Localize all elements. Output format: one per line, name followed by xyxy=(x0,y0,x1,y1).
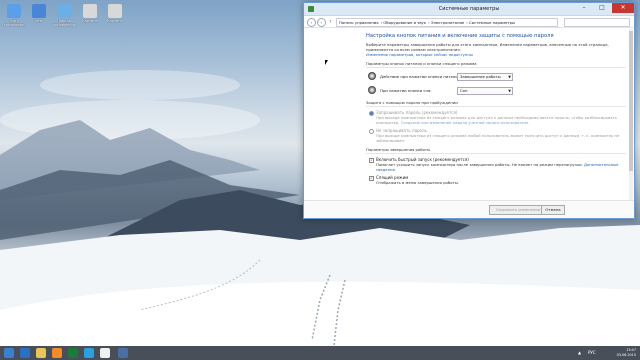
minimize-button[interactable]: – xyxy=(576,3,592,13)
control-panel-icon[interactable] xyxy=(118,348,128,358)
skype-icon[interactable] xyxy=(84,348,94,358)
sleep-button-label: При нажатии кнопки сна: xyxy=(380,88,432,93)
require-password-label: Запрашивать пароль (рекомендуется) xyxy=(376,110,458,115)
power-buttons-section: Параметры кнопок питания и кнопки спящег… xyxy=(366,61,626,68)
account-password-link[interactable]: Создание или изменение пароля учетной за… xyxy=(401,120,529,125)
network-icon[interactable]: ▲ xyxy=(578,350,581,355)
clock-date: 03.06.2015 xyxy=(616,352,636,357)
search-input[interactable] xyxy=(564,18,630,27)
change-unavailable-link[interactable]: Изменение параметров, которые сейчас нед… xyxy=(366,52,626,57)
chevron-down-icon: ▼ xyxy=(508,75,511,79)
fast-startup-desc-text: Помогает ускорить запуск компьютера посл… xyxy=(376,162,583,167)
scrollbar[interactable] xyxy=(629,29,633,200)
page-title: Настройка кнопок питания и включение защ… xyxy=(366,33,554,39)
wake-password-section: Защита с помощью пароля при пробуждении xyxy=(366,100,626,107)
breadcrumb-item[interactable]: Панель управления xyxy=(339,20,379,25)
back-button[interactable]: ‹ xyxy=(307,18,316,27)
radio-dot xyxy=(369,129,374,134)
settings-content: Настройка кнопок питания и включение защ… xyxy=(304,28,634,201)
no-password-desc: При выходе компьютера из спящего режима … xyxy=(376,133,620,143)
computer-icon xyxy=(7,4,21,18)
power-icon xyxy=(368,72,376,80)
desktop-icon-recycle-bin[interactable]: Корзина xyxy=(78,4,102,23)
chevron-down-icon: ▼ xyxy=(508,89,511,93)
desktop-icon-label: Сеть xyxy=(34,19,44,23)
power-button-label: Действие при нажатии кнопки питания: xyxy=(380,74,462,79)
internet-explorer-icon[interactable] xyxy=(20,348,30,358)
button-bar: Сохранить изменения Отмена xyxy=(304,200,634,218)
close-button[interactable]: ✕ xyxy=(612,3,634,13)
control-panel-icon xyxy=(57,4,71,18)
maximize-button[interactable]: □ xyxy=(594,3,610,13)
taskbar: ▲ РУС 13:47 03.06.2015 xyxy=(0,346,640,360)
recycle-bin-icon xyxy=(108,4,122,18)
fast-startup-label: Включить быстрый запуск (рекомендуется) xyxy=(376,157,469,162)
breadcrumb-item[interactable]: Оборудование и звук xyxy=(383,20,426,25)
require-password-radio[interactable]: Запрашивать пароль (рекомендуется) xyxy=(366,110,626,116)
no-password-label: Не запрашивать пароль xyxy=(376,128,427,133)
power-button-row: Действие при нажатии кнопки питания: Зав… xyxy=(366,70,626,82)
desktop-icon-network[interactable]: Сеть xyxy=(27,4,51,23)
desktop-icon-control-panel[interactable]: Панель управления xyxy=(52,4,76,27)
title-bar[interactable]: Системные параметры – □ ✕ xyxy=(304,3,634,16)
save-changes-button[interactable]: Сохранить изменения xyxy=(489,205,547,215)
cancel-button[interactable]: Отмена xyxy=(541,205,565,215)
sleep-checkbox-label: Спящий режим xyxy=(376,175,409,180)
no-password-radio[interactable]: Не запрашивать пароль xyxy=(366,128,626,134)
sleep-button-value: Сон xyxy=(460,88,468,93)
start-icon[interactable] xyxy=(4,348,14,358)
sleep-checkbox-desc: Отображать в меню завершения работы. xyxy=(376,180,459,185)
clock[interactable]: 13:47 03.06.2015 xyxy=(617,348,636,357)
mouse-cursor-icon xyxy=(325,60,328,65)
file-explorer-icon[interactable] xyxy=(36,348,46,358)
breadcrumb[interactable]: Панель управления › Оборудование и звук › … xyxy=(336,18,558,27)
shutdown-section: Параметры завершения работы xyxy=(366,147,626,154)
forward-button[interactable]: › xyxy=(317,18,326,27)
sleep-icon xyxy=(368,86,376,94)
lang-indicator[interactable]: РУС xyxy=(588,350,596,355)
notepad-icon[interactable] xyxy=(100,348,110,358)
recycle-bin-icon xyxy=(83,4,97,18)
intro-text: Выберите параметры завершения работы для… xyxy=(366,42,609,52)
sleep-button-row: При нажатии кнопки сна: Сон ▼ xyxy=(366,84,626,96)
address-bar: ‹ › ↑ Панель управления › Оборудование и … xyxy=(304,16,634,28)
desktop-icon-label: Этот компьютер xyxy=(3,19,25,27)
breadcrumb-item[interactable]: Системные параметры xyxy=(469,20,515,25)
system-settings-window: Системные параметры – □ ✕ ‹ › ↑ Панель у… xyxy=(303,2,635,219)
checkbox-checked: ✓ xyxy=(369,158,374,163)
radio-dot xyxy=(369,111,374,116)
desktop-icon-computer[interactable]: Этот компьютер xyxy=(2,4,26,27)
fast-startup-desc: Помогает ускорить запуск компьютера посл… xyxy=(366,162,626,172)
power-button-value: Завершение работы xyxy=(460,74,501,79)
scrollbar-thumb[interactable] xyxy=(629,31,633,171)
up-button[interactable]: ↑ xyxy=(327,18,334,25)
desktop-icon-label: Корзина xyxy=(82,19,98,23)
desktop-icon-recycle-bin-2[interactable]: Корзина xyxy=(103,4,127,23)
require-password-desc: При выходе компьютера из спящего режима … xyxy=(366,115,626,125)
fast-startup-checkbox[interactable]: ✓ Включить быстрый запуск (рекомендуется… xyxy=(366,157,626,163)
checkbox-checked: ✓ xyxy=(369,176,374,181)
power-button-select[interactable]: Завершение работы ▼ xyxy=(457,73,513,81)
excel-icon[interactable] xyxy=(68,348,78,358)
desktop-icon-label: Корзина xyxy=(107,19,123,23)
breadcrumb-item[interactable]: Электропитание xyxy=(431,20,464,25)
sleep-button-select[interactable]: Сон ▼ xyxy=(457,87,513,95)
desktop-icon-label: Панель управления xyxy=(53,19,75,27)
network-icon xyxy=(32,4,46,18)
sleep-checkbox[interactable]: ✓ Спящий режим xyxy=(366,175,626,181)
firefox-icon[interactable] xyxy=(52,348,62,358)
